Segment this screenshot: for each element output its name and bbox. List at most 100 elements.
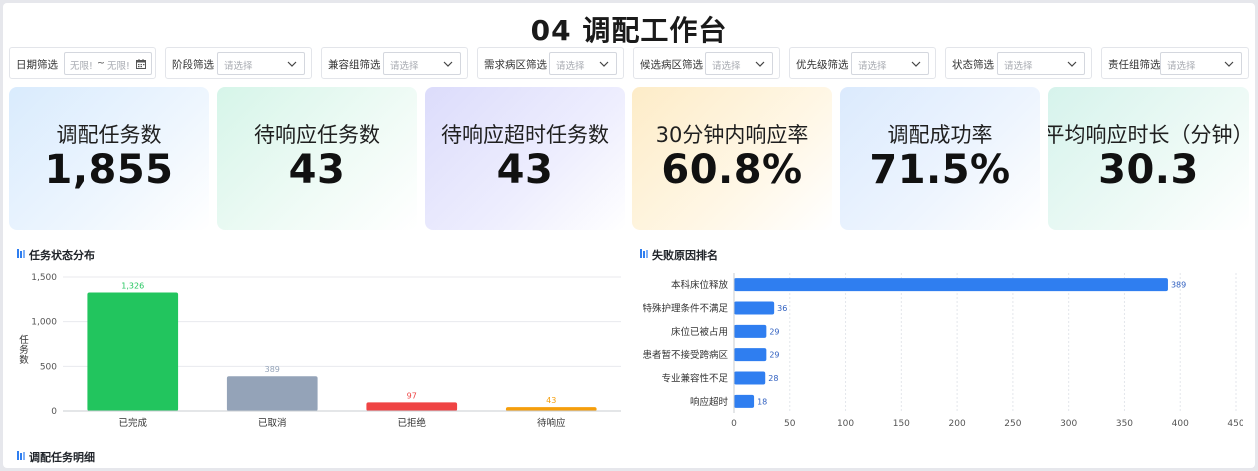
kpi-card-pending-tasks: 待响应任务数 43: [217, 87, 417, 230]
y-tick-label: 响应超时: [690, 396, 729, 408]
compat-group-filter: 兼容组筛选 请选择: [321, 47, 468, 79]
bar-4: [734, 371, 766, 385]
x-tick-label: 已拒绝: [397, 417, 426, 429]
section-marker-icon: [17, 451, 25, 460]
x-tick-label: 待响应: [537, 417, 566, 429]
x-tick-label: 50: [784, 419, 796, 429]
owner-group-filter-label: 责任组筛选: [1108, 59, 1161, 71]
kpi-label: 平均响应时长（分钟）: [1048, 123, 1249, 147]
stage-filter: 阶段筛选 请选择: [165, 47, 312, 79]
y-tick-label: 本科床位释放: [671, 279, 729, 291]
stage-select[interactable]: 请选择: [217, 52, 305, 75]
x-tick-label: 350: [1116, 419, 1133, 429]
candidate-ward-filter-label: 候选病区筛选: [640, 59, 703, 71]
y-tick-label: 专业兼容性不足: [661, 373, 728, 385]
candidate-ward-select[interactable]: 请选择: [705, 52, 773, 75]
priority-filter-label: 优先级筛选: [796, 59, 849, 71]
candidate-ward-filter: 候选病区筛选 请选择: [633, 47, 780, 79]
dashboard-page: 04 调配工作台 日期筛选 无限! ~ 无限! 阶段筛选 请选择 兼容组筛选 请…: [3, 3, 1255, 468]
status-select[interactable]: 请选择: [997, 52, 1085, 75]
y-axis-label: 任务数: [19, 334, 29, 366]
section-marker-icon: [640, 249, 648, 258]
page-title: 04 调配工作台: [530, 14, 728, 47]
section-title-status: 任务状态分布: [17, 247, 217, 262]
priority-select[interactable]: 请选择: [851, 52, 929, 75]
y-tick-label: 特殊护理条件不满足: [642, 303, 728, 315]
bar-0: [87, 292, 179, 411]
owner-group-filter: 责任组筛选 请选择: [1101, 47, 1249, 79]
y-axis-label-char: 数: [19, 354, 29, 366]
kpi-card-total-tasks: 调配任务数 1,855: [9, 87, 209, 230]
demand-ward-select-placeholder: 请选择: [556, 61, 585, 72]
chevron-down-icon: [755, 61, 765, 67]
compat-group-select-placeholder: 请选择: [390, 61, 419, 72]
kpi-label: 30分钟内响应率: [655, 123, 809, 147]
stage-filter-label: 阶段筛选: [172, 59, 214, 71]
bar-value-label: 18: [757, 397, 767, 406]
bar-value-label: 29: [769, 351, 779, 360]
priority-filter: 优先级筛选 请选择: [789, 47, 936, 79]
y-tick-label: 患者暂不接受跨病区: [642, 349, 728, 361]
kpi-label: 调配任务数: [56, 123, 162, 147]
candidate-ward-select-placeholder: 请选择: [712, 61, 741, 72]
x-tick-label: 100: [837, 419, 854, 429]
bar-1: [226, 376, 318, 411]
filter-bar: 日期筛选 无限! ~ 无限! 阶段筛选 请选择 兼容组筛选 请选择 需求病区筛选…: [9, 47, 1249, 79]
y-tick-label: 1,500: [31, 273, 57, 283]
x-tick-label: 300: [1060, 419, 1077, 429]
bar-2: [366, 402, 458, 411]
x-tick-label: 400: [1172, 419, 1189, 429]
demand-ward-filter-label: 需求病区筛选: [484, 59, 547, 71]
bar-value-label: 389: [1171, 281, 1186, 290]
bar-value-label: 29: [769, 327, 779, 336]
bar-1: [734, 301, 775, 315]
kpi-value: 30.3: [1098, 147, 1199, 193]
x-tick-label: 450: [1227, 419, 1243, 429]
bar-3: [734, 348, 767, 362]
kpi-label: 待响应超时任务数: [441, 123, 609, 147]
section-title-reasons: 失败原因排名: [640, 247, 840, 262]
bar-value-label: 28: [768, 374, 778, 383]
x-tick-label: 150: [893, 419, 910, 429]
x-tick-label: 0: [731, 419, 737, 429]
compat-group-select[interactable]: 请选择: [383, 52, 461, 75]
chevron-down-icon: [1067, 61, 1077, 67]
kpi-label: 调配成功率: [887, 123, 993, 147]
y-tick-label: 1,000: [31, 318, 57, 328]
status-select-placeholder: 请选择: [1004, 61, 1033, 72]
status-filter-label: 状态筛选: [952, 59, 994, 71]
bar-value-label: 1,326: [121, 282, 144, 291]
bar-value-label: 389: [265, 365, 280, 374]
date-end-input[interactable]: 无限!: [107, 58, 130, 72]
bar-2: [734, 324, 767, 338]
bar-3: [505, 407, 597, 411]
bar-value-label: 36: [777, 304, 787, 313]
bar-0: [734, 278, 1168, 292]
y-tick-label: 0: [51, 407, 57, 417]
date-range-separator: ~: [97, 58, 105, 69]
x-tick-label: 已完成: [118, 417, 147, 429]
section-title-text: 任务状态分布: [29, 249, 95, 262]
status-filter: 状态筛选 请选择: [945, 47, 1092, 79]
kpi-card-30min-response-rate: 30分钟内响应率 60.8%: [632, 87, 832, 230]
date-start-input[interactable]: 无限!: [70, 58, 93, 72]
demand-ward-filter: 需求病区筛选 请选择: [477, 47, 624, 79]
date-range-picker[interactable]: 无限! ~ 无限!: [64, 52, 152, 75]
owner-group-select-placeholder: 请选择: [1167, 61, 1196, 72]
status-distribution-chart: 0 500 1,000 1,500 任务数 1,326 已完成 389 已取消 97 已拒绝 43 待响…: [19, 273, 621, 429]
kpi-card-avg-response-time: 平均响应时长（分钟） 30.3: [1048, 87, 1249, 230]
compat-group-filter-label: 兼容组筛选: [328, 59, 381, 71]
kpi-label: 待响应任务数: [254, 123, 380, 147]
date-filter-label: 日期筛选: [16, 59, 58, 71]
chevron-down-icon: [911, 61, 921, 67]
chevron-down-icon: [1224, 61, 1234, 67]
failure-reasons-chart: 0 50 100 150 200 250 300 350 400 450 389 本科床位释放 36 特殊…: [642, 273, 1243, 429]
owner-group-select[interactable]: 请选择: [1160, 52, 1242, 75]
chevron-down-icon: [443, 61, 453, 67]
kpi-value: 43: [496, 147, 554, 193]
calendar-icon[interactable]: [135, 58, 147, 70]
demand-ward-select[interactable]: 请选择: [549, 52, 617, 75]
section-title-text: 调配任务明细: [29, 451, 95, 464]
priority-select-placeholder: 请选择: [858, 61, 887, 72]
section-marker-icon: [17, 249, 25, 258]
